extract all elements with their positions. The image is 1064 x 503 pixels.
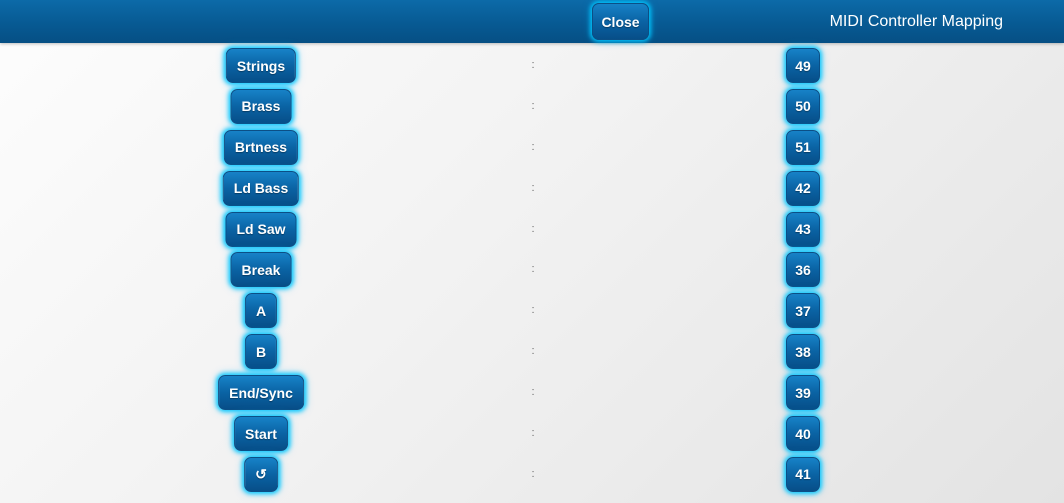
mapping-row: B : 38	[0, 333, 1064, 374]
control-button-strings[interactable]: Strings	[225, 48, 297, 83]
control-button-reset-icon[interactable]: ↺	[244, 456, 278, 492]
control-button-brtness[interactable]: Brtness	[223, 129, 299, 165]
cc-number-button[interactable]: 51	[786, 129, 820, 165]
control-button-b[interactable]: B	[244, 334, 278, 370]
separator: :	[531, 59, 535, 71]
mapping-row: ↺ : 41	[0, 456, 1064, 497]
cc-number-button[interactable]: 50	[786, 88, 820, 124]
cc-number-button[interactable]: 40	[786, 416, 820, 452]
mapping-row: A : 37	[0, 292, 1064, 333]
separator: :	[531, 263, 535, 276]
cc-number-button[interactable]: 37	[786, 293, 820, 329]
mapping-row: Ld Bass : 42	[0, 170, 1064, 211]
mapping-row: Brtness : 51	[0, 129, 1064, 170]
separator: :	[531, 304, 535, 317]
control-button-ld-bass[interactable]: Ld Bass	[222, 170, 300, 206]
separator: :	[531, 181, 535, 194]
separator: :	[531, 386, 535, 399]
separator: :	[531, 99, 535, 112]
cc-number-button[interactable]: 43	[786, 211, 820, 247]
control-button-break[interactable]: Break	[230, 252, 292, 288]
cc-number-button[interactable]: 36	[786, 252, 820, 288]
control-button-brass[interactable]: Brass	[230, 88, 292, 124]
cc-number-button[interactable]: 39	[786, 375, 820, 411]
mapping-list: Strings : 49 Brass : 50 Brtness : 51 Ld …	[0, 47, 1064, 497]
control-button-a[interactable]: A	[244, 293, 278, 329]
mapping-row: Start : 40	[0, 415, 1064, 456]
separator: :	[531, 140, 535, 153]
page-title: MIDI Controller Mapping	[829, 13, 1003, 30]
mapping-row: Strings : 49	[0, 47, 1064, 88]
separator: :	[531, 345, 535, 358]
separator: :	[531, 222, 535, 235]
control-button-start[interactable]: Start	[234, 416, 288, 452]
cc-number-button[interactable]: 42	[786, 170, 820, 206]
separator: :	[531, 427, 535, 440]
mapping-row: Ld Saw : 43	[0, 211, 1064, 252]
mapping-row: Brass : 50	[0, 88, 1064, 129]
mapping-row: End/Sync : 39	[0, 374, 1064, 415]
close-button[interactable]: Close	[592, 3, 649, 40]
mapping-row: Break : 36	[0, 251, 1064, 292]
cc-number-button[interactable]: 49	[786, 48, 820, 83]
header-bar: MIDI Controller Mapping Close	[0, 0, 1064, 43]
control-button-ld-saw[interactable]: Ld Saw	[225, 211, 297, 247]
cc-number-button[interactable]: 38	[786, 334, 820, 370]
separator: :	[531, 467, 535, 480]
cc-number-button[interactable]: 41	[786, 456, 820, 492]
control-button-end-sync[interactable]: End/Sync	[218, 375, 304, 411]
